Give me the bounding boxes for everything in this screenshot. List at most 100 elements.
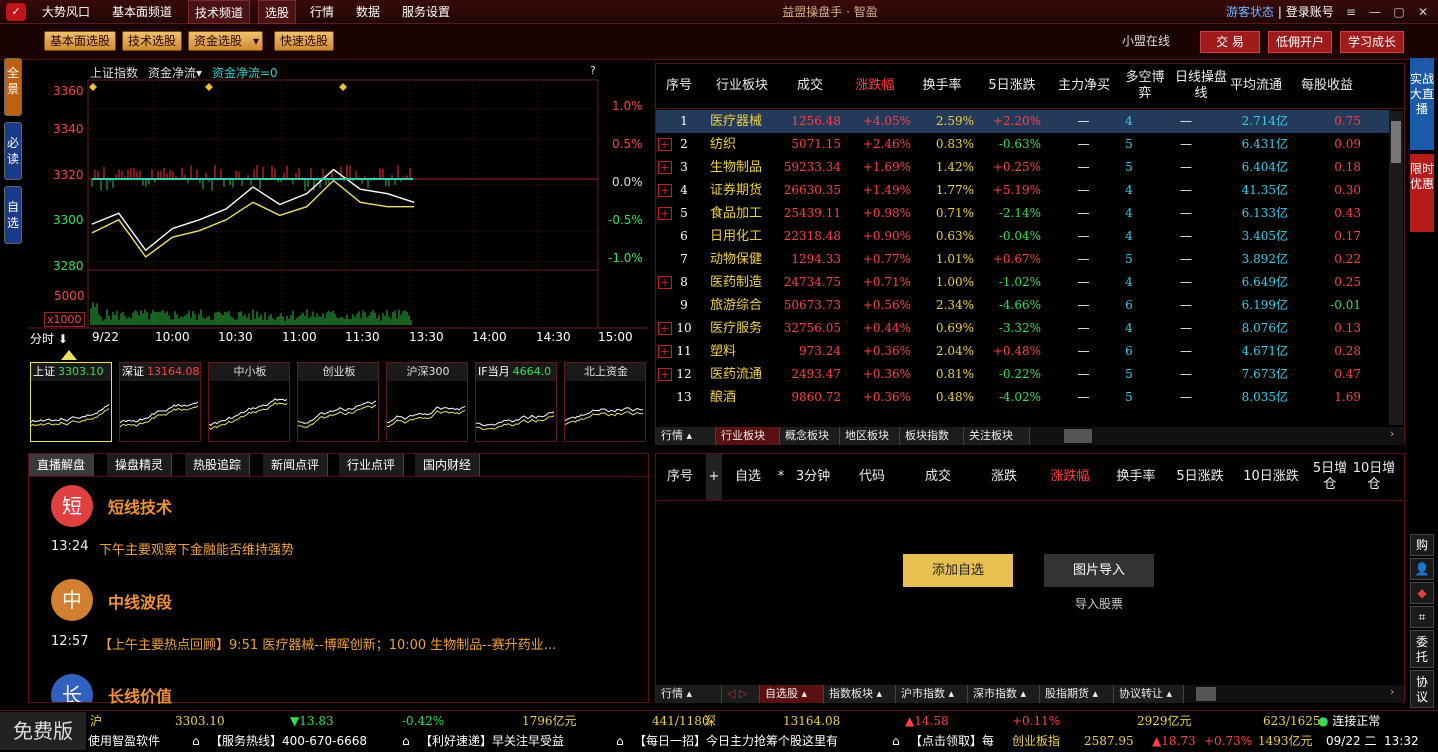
promo-button[interactable]: 限时优惠	[1410, 154, 1434, 232]
tab-domestic-finance[interactable]: 国内财经	[415, 454, 481, 476]
period-select[interactable]: 分时 ⬇	[30, 330, 68, 347]
technical-select-button[interactable]: 技术选股	[122, 31, 183, 51]
table-row[interactable]: +11 塑料 973.24 +0.36% 2.04% +0.48% —6—4.671亿 0.2…	[656, 340, 1389, 363]
scroll-right-icon-2[interactable]: ›	[1390, 685, 1394, 698]
entrust-button[interactable]: 委托	[1410, 630, 1434, 668]
tab-trading-genie[interactable]: 操盘精灵	[107, 454, 173, 476]
col-header-4[interactable]: 换手率	[908, 64, 976, 108]
watchlist-tab-4[interactable]: 沪市指数 ▴	[896, 685, 968, 703]
tab-news-comment[interactable]: 新闻点评	[263, 454, 329, 476]
menu-stock-pick[interactable]: 选股	[258, 0, 297, 24]
sector-tab-3[interactable]: 地区板块	[840, 427, 900, 445]
wl-col-header-5[interactable]: 代码	[844, 454, 900, 500]
user-icon[interactable]: 👤	[1410, 558, 1434, 580]
guest-status[interactable]: 游客状态	[1226, 5, 1274, 19]
wl-col-header-2[interactable]: 自选	[724, 454, 772, 500]
short-term-title[interactable]: 短线技术	[108, 494, 172, 518]
connection-status[interactable]: ● 连接正常	[1318, 711, 1380, 732]
wl-col-header-1[interactable]: +	[706, 454, 722, 500]
col-header-2[interactable]: 成交	[778, 64, 842, 108]
mid-term-title[interactable]: 中线波段	[108, 589, 172, 613]
table-row[interactable]: +10 医疗服务 32756.05 +0.44% 0.69% -3.32% —4—8.076…	[656, 317, 1389, 340]
scrollbar-thumb[interactable]	[1391, 121, 1401, 163]
wl-col-header-7[interactable]: 涨跌	[974, 454, 1034, 500]
ticker-3[interactable]: 【每日一招】今日主力抢筹个股这里有	[634, 731, 838, 752]
wl-col-header-9[interactable]: 换手率	[1106, 454, 1166, 500]
table-row[interactable]: +4 证券期货 26630.35 +1.49% 1.77% +5.19% —4—41.35亿…	[656, 179, 1389, 202]
table-row[interactable]: +12 医药流通 2493.47 +0.36% 0.81% -0.22% —5—7.673亿…	[656, 363, 1389, 386]
watchlist-tab-3[interactable]: 指数板块 ▴	[824, 685, 896, 703]
watchlist-tab-0[interactable]: 行情 ▴	[656, 685, 722, 703]
image-import-button[interactable]: 图片导入	[1044, 554, 1154, 587]
wl-col-header-3[interactable]: *	[774, 454, 788, 500]
wl-col-header-0[interactable]: 序号	[656, 454, 704, 500]
intraday-chart[interactable]: 上证指数 资金净流▾ 资金净流=0 ? 3360 3340 3320 3300 …	[28, 63, 648, 347]
watchlist-tab-7[interactable]: 协议转让 ▴	[1114, 685, 1184, 703]
minimize-icon[interactable]: —	[1366, 3, 1384, 21]
sector-tab-2[interactable]: 概念板块	[780, 427, 840, 445]
low-fee-button[interactable]: 低佣开户	[1268, 31, 1332, 53]
tab-hot-stocks[interactable]: 热股追踪	[185, 454, 251, 476]
help-icon[interactable]: ?	[590, 64, 596, 77]
trade-button[interactable]: 交 易	[1200, 31, 1260, 53]
table-row[interactable]: 1 医疗器械 1256.48 +4.05% 2.59% +2.20% — 4 — 2.714亿 0.…	[656, 110, 1389, 133]
tab-bar-scroll-thumb-2[interactable]	[1196, 687, 1216, 701]
table-row[interactable]: +2 纺织 5071.15 +2.46% 0.83% -0.63% —5—6.431亿 0.0…	[656, 133, 1389, 156]
index-thumb[interactable]: 上证 3303.10	[30, 362, 112, 442]
free-version-badge[interactable]: 免费版	[0, 712, 86, 750]
table-row[interactable]: 6 日用化工 22318.48 +0.90% 0.63% -0.04% — 4 — 3.405亿 0…	[656, 225, 1389, 248]
add-watchlist-button[interactable]: 添加自选	[903, 554, 1013, 587]
tab-industry-comment[interactable]: 行业点评	[339, 454, 405, 476]
learn-button[interactable]: 学习成长	[1340, 31, 1404, 53]
agreement-button[interactable]: 协议	[1410, 670, 1434, 708]
col-header-1[interactable]: 行业板块	[706, 64, 778, 108]
sector-tab-4[interactable]: 板块指数	[900, 427, 964, 445]
sector-tab-5[interactable]: 关注板块	[964, 427, 1030, 445]
index-thumb[interactable]: IF当月 4664.0	[475, 362, 557, 442]
col-header-6[interactable]: 主力净买	[1048, 64, 1120, 108]
ticker-4[interactable]: 【点击领取】每	[910, 731, 994, 752]
dropdown-icon[interactable]: ▾	[253, 32, 259, 50]
mid-term-text[interactable]: 【上午主要热点回顾】9:51 医疗器械--博晖创新；10:00 生物制品--赛升…	[99, 634, 556, 653]
table-row[interactable]: 7 动物保健 1294.33 +0.77% 1.01% +0.67% — 5 — 3.892亿 0.…	[656, 248, 1389, 271]
index-thumb[interactable]: 北上资金	[564, 362, 646, 442]
menu-quotes[interactable]: 行情	[304, 0, 340, 24]
table-row[interactable]: +5 食品加工 25439.11 +0.98% 0.71% -2.14% —4—6.133亿…	[656, 202, 1389, 225]
short-term-text[interactable]: 下午主要观察下金融能否维持强势	[99, 539, 294, 558]
table-row[interactable]: +3 生物制品 59233.34 +1.69% 1.42% +0.25% —5—6.404亿…	[656, 156, 1389, 179]
login-link[interactable]: 登录账号	[1286, 5, 1334, 19]
buy-button[interactable]: 购	[1410, 534, 1434, 556]
table-scrollbar[interactable]	[1389, 111, 1403, 425]
col-header-9[interactable]: 平均流通	[1220, 64, 1292, 108]
watchlist-tab-2[interactable]: 自选股 ▴	[760, 685, 824, 703]
wl-col-header-4[interactable]: 3分钟	[788, 454, 838, 500]
promo-icon[interactable]: ◆	[1410, 582, 1434, 604]
sector-tab-1[interactable]: 行业板块	[716, 427, 780, 445]
watchlist-tab-1[interactable]: ◁ ▷	[722, 685, 760, 703]
menu-data[interactable]: 数据	[350, 0, 386, 24]
table-row[interactable]: 9 旅游综合 50673.73 +0.56% 2.34% -4.66% — 6 — 6.199亿 -…	[656, 294, 1389, 317]
index-thumb[interactable]: 创业板	[297, 362, 379, 442]
watchlist-tab-5[interactable]: 深市指数 ▴	[968, 685, 1040, 703]
ticker-0[interactable]: 使用智盈软件	[88, 731, 160, 752]
ticker-1[interactable]: 【服务热线】400-670-6668	[210, 731, 367, 752]
wl-col-header-12[interactable]: 5日增仓	[1310, 454, 1350, 500]
index-thumb[interactable]: 深证 13164.08	[119, 362, 201, 442]
col-header-3[interactable]: 涨跌幅	[842, 64, 908, 108]
col-header-10[interactable]: 每股收益	[1292, 64, 1362, 108]
live-broadcast-button[interactable]: 实战大直播	[1410, 58, 1434, 150]
online-service[interactable]: 小盟在线	[1122, 32, 1170, 50]
fundamental-select-button[interactable]: 基本面选股	[44, 31, 117, 51]
wl-col-header-6[interactable]: 成交	[902, 454, 974, 500]
maximize-icon[interactable]: ▢	[1390, 3, 1408, 21]
table-row[interactable]: +8 医药制造 24734.75 +0.71% 1.00% -1.02% —4—6.649亿…	[656, 271, 1389, 294]
tab-bar-scroll-thumb[interactable]	[1064, 429, 1092, 443]
fund-select-button[interactable]: 资金选股 ▾	[188, 31, 264, 51]
tab-overview[interactable]: 全景	[4, 58, 22, 116]
tab-watchlist[interactable]: 自选	[4, 186, 22, 244]
menu-settings[interactable]: 服务设置	[396, 0, 456, 24]
col-header-7[interactable]: 多空博弈	[1120, 64, 1170, 108]
menu-icon[interactable]: ≡	[1342, 3, 1360, 21]
tab-live-commentary[interactable]: 直播解盘	[29, 454, 95, 476]
indicator-select[interactable]: 资金净流▾	[148, 64, 202, 81]
